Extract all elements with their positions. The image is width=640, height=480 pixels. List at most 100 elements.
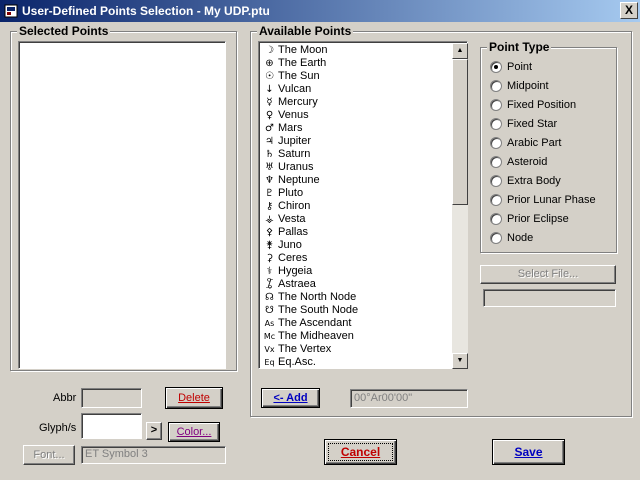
radio-button[interactable]	[490, 194, 502, 206]
color-button[interactable]: Color...	[168, 422, 220, 442]
radio-button[interactable]	[490, 80, 502, 92]
list-item[interactable]: ☋ The South Node	[261, 304, 449, 317]
list-item[interactable]: ⯙ Astraea	[261, 278, 449, 291]
point-glyph-icon: ♇	[265, 188, 274, 199]
save-button[interactable]: Save	[492, 439, 565, 465]
delete-button-label: Delete	[178, 392, 210, 404]
list-item[interactable]: ⚳ Ceres	[261, 252, 449, 265]
available-points-list[interactable]: ☽ The Moon ⊕ The Earth ☉ The Sun ↓ Vulcan ☿ Mercu…	[258, 41, 468, 369]
list-item[interactable]: ⚕ Hygeia	[261, 265, 449, 278]
selected-points-label: Selected Points	[17, 24, 111, 38]
point-label: The Vertex	[278, 343, 332, 355]
list-item[interactable]: Mc The Midheaven	[261, 330, 449, 343]
point-label: Astraea	[278, 278, 316, 290]
point-label: Mercury	[278, 96, 318, 108]
radio-button[interactable]	[490, 137, 502, 149]
list-item[interactable]: ☿ Mercury	[261, 96, 449, 109]
point-label: Hygeia	[278, 265, 313, 277]
point-glyph-icon: ☿	[266, 97, 273, 108]
scroll-down-button[interactable]: ▼	[452, 353, 468, 369]
list-item[interactable]: ↓ Vulcan	[261, 83, 449, 96]
list-item[interactable]: Vx The Vertex	[261, 343, 449, 356]
point-label: Vulcan	[278, 83, 312, 95]
list-item[interactable]: ♄ Saturn	[261, 148, 449, 161]
list-item[interactable]: ⚴ Pallas	[261, 226, 449, 239]
point-glyph-icon: ⚕	[266, 266, 273, 277]
color-button-label: Color...	[176, 426, 212, 438]
add-button[interactable]: <- Add	[261, 388, 320, 408]
close-button[interactable]: X	[620, 2, 638, 19]
point-label: Mars	[278, 122, 303, 134]
list-item[interactable]: ☽ The Moon	[261, 44, 449, 57]
glyphs-field[interactable]	[81, 413, 142, 439]
select-file-button[interactable]: Select File...	[480, 265, 616, 284]
point-label: The Midheaven	[278, 330, 354, 342]
title-bar: User-Defined Points Selection - My UDP.p…	[0, 0, 640, 22]
point-glyph-icon: ♄	[265, 149, 274, 160]
point-glyph-icon: ♃	[265, 136, 274, 147]
list-item[interactable]: Eq Eq.Asc.	[261, 356, 449, 368]
abbr-label: Abbr	[53, 392, 77, 404]
point-label: Neptune	[278, 174, 320, 186]
point-label: Eq.Asc.	[278, 356, 316, 368]
font-name-field: ET Symbol 3	[81, 446, 226, 464]
list-item[interactable]: ♂ Mars	[261, 122, 449, 135]
point-glyph-icon: Vx	[264, 345, 275, 354]
radio-button[interactable]	[490, 99, 502, 111]
point-label: Pluto	[278, 187, 304, 199]
selected-points-list[interactable]	[18, 41, 226, 369]
radio-button[interactable]	[490, 118, 502, 130]
point-glyph-icon: ♅	[265, 162, 274, 173]
list-item[interactable]: ⚷ Chiron	[261, 200, 449, 213]
list-item[interactable]: ♆ Neptune	[261, 174, 449, 187]
point-label: Vesta	[278, 213, 306, 225]
radio-button[interactable]	[490, 213, 502, 225]
list-item[interactable]: ☊ The North Node	[261, 291, 449, 304]
radio-button[interactable]	[490, 61, 502, 73]
font-button[interactable]: Font...	[23, 445, 75, 465]
glyph-picker-arrow-button[interactable]: >	[146, 422, 162, 440]
list-item[interactable]: ☉ The Sun	[261, 70, 449, 83]
scroll-thumb[interactable]	[452, 59, 468, 205]
point-glyph-icon: Mc	[263, 332, 276, 341]
app-icon	[4, 4, 18, 18]
radio-button[interactable]	[490, 156, 502, 168]
cancel-button-label: Cancel	[340, 445, 381, 459]
list-item[interactable]: As The Ascendant	[261, 317, 449, 330]
list-item[interactable]: ♇ Pluto	[261, 187, 449, 200]
available-points-items: ☽ The Moon ⊕ The Earth ☉ The Sun ↓ Vulcan ☿ Mercu…	[261, 44, 449, 368]
delete-button[interactable]: Delete	[165, 387, 223, 409]
point-label: The Moon	[278, 44, 328, 56]
point-label: The Earth	[278, 57, 327, 69]
point-label: Saturn	[278, 148, 311, 160]
point-label: Pallas	[278, 226, 308, 238]
list-item[interactable]: ♀ Venus	[261, 109, 449, 122]
scroll-up-button[interactable]: ▲	[452, 43, 468, 59]
point-label: The Sun	[278, 70, 320, 82]
point-glyph-icon: ☊	[265, 292, 274, 303]
point-glyph-icon: ⯙	[265, 279, 274, 290]
radio-label: Prior Eclipse	[507, 213, 569, 225]
point-label: Ceres	[278, 252, 308, 264]
list-scrollbar[interactable]: ▲ ▼	[452, 43, 468, 369]
point-glyph-icon: Eq	[264, 358, 275, 367]
point-label: The South Node	[278, 304, 359, 316]
point-label: Jupiter	[278, 135, 312, 147]
point-label: Juno	[278, 239, 302, 251]
radio-label: Fixed Position	[507, 99, 577, 111]
list-item[interactable]: ⚵ Juno	[261, 239, 449, 252]
cancel-button[interactable]: Cancel	[324, 439, 397, 465]
point-glyph-icon: As	[264, 319, 275, 328]
point-label: The Ascendant	[278, 317, 352, 329]
list-item[interactable]: ♅ Uranus	[261, 161, 449, 174]
radio-button[interactable]	[490, 175, 502, 187]
glyphs-label: Glyph/s	[39, 422, 77, 434]
abbr-field[interactable]	[81, 388, 142, 408]
point-glyph-icon: ♀	[265, 110, 274, 121]
point-label: The North Node	[278, 291, 357, 303]
radio-button[interactable]	[490, 232, 502, 244]
list-item[interactable]: ⚶ Vesta	[261, 213, 449, 226]
list-item[interactable]: ♃ Jupiter	[261, 135, 449, 148]
list-item[interactable]: ⊕ The Earth	[261, 57, 449, 70]
radio-label: Node	[507, 232, 534, 244]
